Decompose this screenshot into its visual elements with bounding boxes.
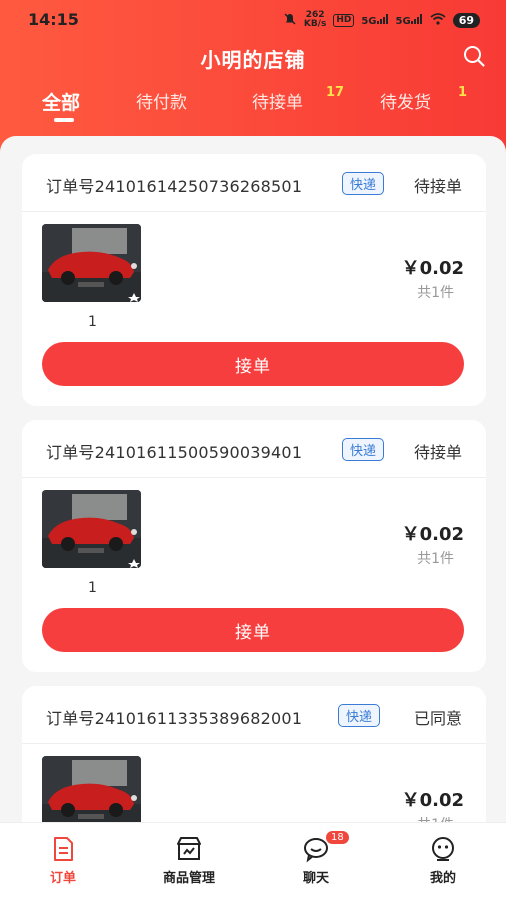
signal-5g-icon-2: 5G (396, 13, 423, 27)
battery-icon: 69 (452, 12, 480, 28)
nav-chat-label: 聊天 (302, 871, 329, 886)
page-title: 小明的店铺 (200, 48, 306, 72)
wifi-icon (430, 12, 446, 28)
order-card[interactable]: 订单号24101611500590039401 快递 待接单 1 ￥0.02 共… (22, 420, 486, 672)
search-icon[interactable] (462, 44, 486, 68)
nav-profile[interactable]: 我的 (393, 835, 493, 886)
shop-icon (175, 835, 203, 863)
hd-icon: HD (333, 13, 355, 27)
item-count: 共1件 (417, 814, 454, 822)
order-status: 待接单 (413, 443, 462, 462)
product-quantity: 1 (88, 314, 97, 330)
order-number: 订单号24101614250736268501 (46, 177, 303, 196)
bottom-nav: 订单 商品管理 18 聊天 我的 (0, 822, 506, 900)
status-icons: 262 KB/s HD 5G 5G 69 (283, 11, 480, 29)
accept-order-button[interactable]: 接单 (42, 342, 464, 386)
shipping-tag: 快递 (342, 172, 385, 195)
status-bar: 14:15 262 KB/s HD 5G 5G 69 (0, 0, 506, 40)
order-price: ￥0.02 (401, 258, 464, 279)
nav-product-management-label: 商品管理 (162, 871, 215, 886)
chat-unread-badge: 18 (326, 831, 349, 844)
product-quantity: 1 (88, 580, 97, 596)
item-count: 共1件 (417, 551, 454, 567)
order-card-header: 订单号24101611500590039401 快递 待接单 (22, 420, 486, 478)
product-thumbnail[interactable] (42, 490, 141, 568)
product-thumbnail[interactable] (42, 224, 141, 302)
shipping-tag: 快递 (338, 704, 381, 727)
order-icon (49, 835, 77, 863)
shipping-tag: 快递 (342, 438, 385, 461)
tab-pending-ship[interactable]: 待发货 (380, 88, 431, 113)
order-card[interactable]: 订单号24101614250736268501 快递 待接单 1 ￥0.02 共… (22, 154, 486, 406)
mute-icon (283, 12, 297, 29)
item-count: 共1件 (417, 285, 454, 301)
signal-5g-icon-1: 5G (361, 13, 388, 27)
accept-order-button[interactable]: 接单 (42, 608, 464, 652)
nav-orders-label: 订单 (49, 871, 76, 886)
network-speed: 262 KB/s (303, 10, 327, 29)
order-number: 订单号24101611335389682001 (46, 709, 303, 728)
tab-active-indicator (54, 118, 74, 122)
tab-all[interactable]: 全部 (42, 88, 80, 115)
order-card[interactable]: 订单号24101611335389682001 快递 已同意 ￥0.02 共1件 (22, 686, 486, 822)
nav-profile-label: 我的 (429, 871, 456, 886)
product-thumbnail[interactable] (42, 756, 141, 822)
order-number: 订单号24101611500590039401 (46, 443, 303, 462)
profile-icon (429, 835, 457, 863)
order-price: ￥0.02 (401, 524, 464, 545)
order-card-header: 订单号24101611335389682001 快递 已同意 (22, 686, 486, 744)
tab-pending-ship-badge: 1 (458, 85, 468, 100)
status-time: 14:15 (28, 10, 79, 29)
order-list[interactable]: 订单号24101614250736268501 快递 待接单 1 ￥0.02 共… (0, 136, 506, 822)
nav-product-management[interactable]: 商品管理 (139, 835, 239, 886)
order-status: 已同意 (413, 709, 462, 728)
order-status: 待接单 (413, 177, 462, 196)
order-price: ￥0.02 (401, 790, 464, 811)
tab-pending-accept[interactable]: 待接单 (252, 88, 303, 113)
tab-pending-accept-badge: 17 (326, 85, 345, 100)
nav-chat[interactable]: 18 聊天 (266, 831, 366, 886)
tab-pending-payment[interactable]: 待付款 (136, 88, 187, 113)
order-card-header: 订单号24101614250736268501 快递 待接单 (22, 154, 486, 212)
nav-orders[interactable]: 订单 (13, 835, 113, 886)
order-tabs: 全部 待付款 待接单 17 待发货 1 (0, 85, 506, 128)
